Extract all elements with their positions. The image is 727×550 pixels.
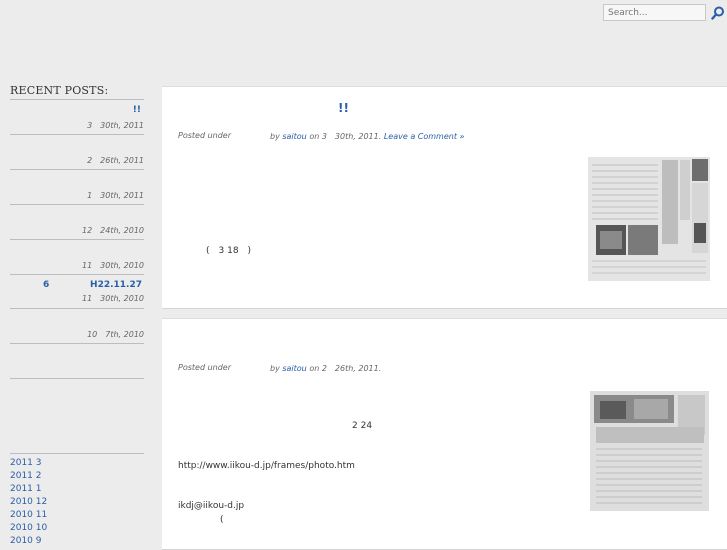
divider: [10, 204, 144, 205]
recent-posts-heading: RECENT POSTS:: [10, 84, 109, 97]
recent-post-date: 3 30th, 2011: [87, 121, 144, 130]
archive-link[interactable]: 2011 1: [10, 484, 42, 494]
divider: [10, 169, 144, 170]
divider: [10, 274, 144, 275]
recent-post-date: 11 30th, 2010: [81, 261, 144, 270]
newspaper-clipping-image[interactable]: [590, 391, 709, 511]
post: Posted under by saitou on 2 26th, 2011. …: [162, 318, 727, 550]
recent-post-link[interactable]: 6: [43, 280, 49, 290]
divider: [10, 99, 144, 100]
post-body-email[interactable]: ikdj@iikou-d.jp: [178, 501, 244, 511]
divider: [10, 134, 144, 135]
post-meta: Posted under by saitou on 2 26th, 2011.: [178, 363, 381, 373]
search-input[interactable]: [603, 4, 706, 21]
archive-link[interactable]: 2010 12: [10, 497, 47, 507]
recent-post-link[interactable]: H22.11.27: [90, 280, 142, 290]
posted-under-label: Posted under: [178, 131, 231, 140]
post-date: on 2 26th, 2011.: [309, 364, 382, 373]
newspaper-clipping-image[interactable]: [588, 157, 710, 281]
search-icon[interactable]: [711, 6, 725, 20]
divider: [10, 343, 144, 344]
post-body-text: ( 3 18 ): [206, 246, 252, 256]
post-meta: Posted under by saitou on 3 30th, 2011. …: [178, 131, 464, 141]
recent-post-date: 10 7th, 2010: [87, 330, 144, 339]
divider: [10, 453, 144, 454]
post-body-text: (: [220, 515, 224, 525]
author-link[interactable]: saitou: [282, 364, 306, 373]
archive-link[interactable]: 2011 3: [10, 458, 42, 468]
by-label: by: [270, 132, 280, 141]
recent-post-link[interactable]: !!: [133, 105, 141, 115]
divider: [10, 378, 144, 379]
archive-link[interactable]: 2011 2: [10, 471, 42, 481]
recent-post-date: 2 26th, 2011: [87, 156, 144, 165]
post: !! Posted under by saitou on 3 30th, 201…: [162, 86, 727, 309]
post-date: on 3 30th, 2011.: [309, 132, 382, 141]
recent-post-date: 1 30th, 2011: [87, 191, 144, 200]
divider: [10, 308, 144, 309]
recent-post-date: 12 24th, 2010: [81, 226, 144, 235]
divider: [10, 239, 144, 240]
by-label: by: [270, 364, 280, 373]
archive-link[interactable]: 2010 11: [10, 510, 47, 520]
post-body-link[interactable]: http://www.iikou-d.jp/frames/photo.htm: [178, 461, 355, 471]
post-body-text: 2 24: [352, 421, 373, 431]
posted-under-label: Posted under: [178, 363, 231, 372]
author-link[interactable]: saitou: [282, 132, 306, 141]
archive-link[interactable]: 2010 10: [10, 523, 47, 533]
leave-comment-link[interactable]: Leave a Comment »: [384, 132, 465, 141]
recent-post-date: 11 30th, 2010: [81, 294, 144, 303]
post-title[interactable]: !!: [338, 101, 349, 115]
